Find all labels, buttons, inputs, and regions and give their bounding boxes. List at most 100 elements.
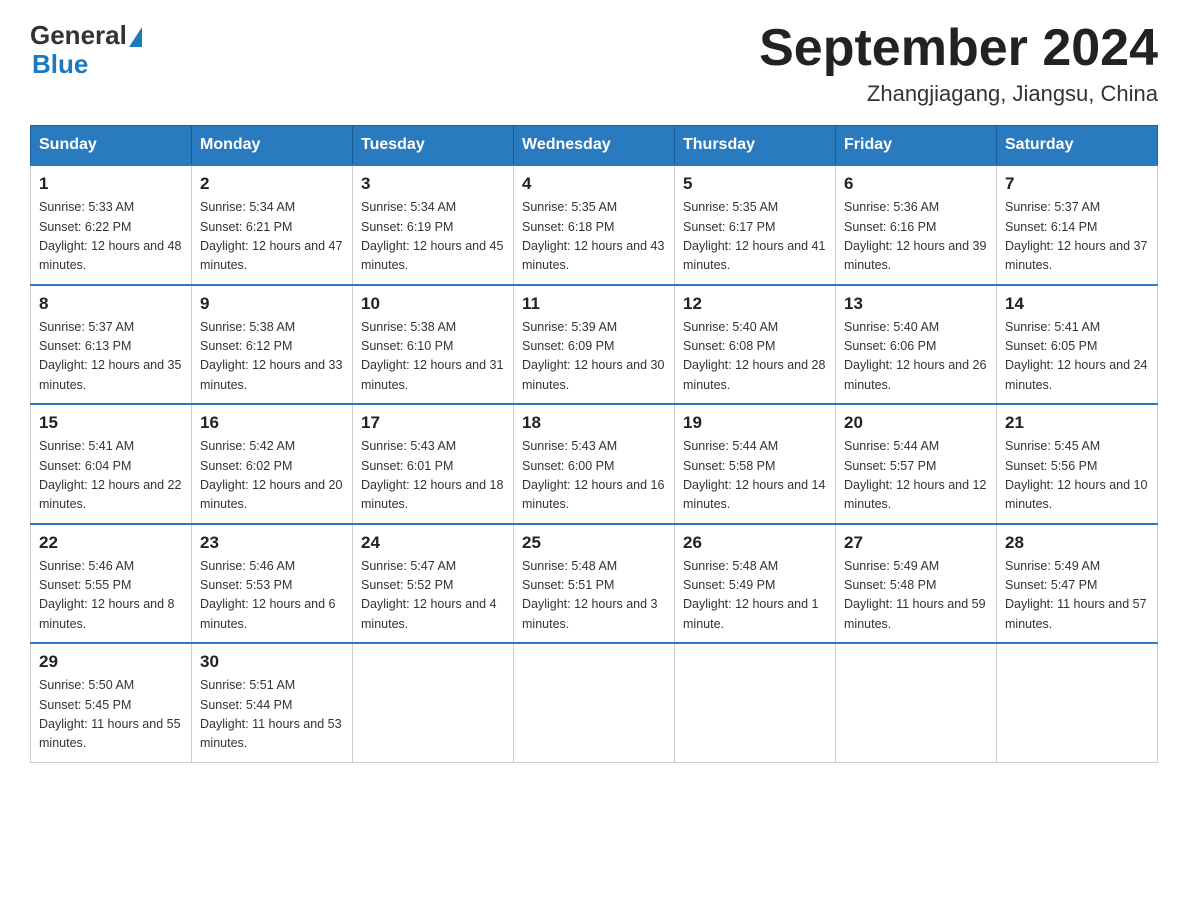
day-info: Sunrise: 5:40 AMSunset: 6:06 PMDaylight:…: [844, 318, 988, 396]
calendar-cell: 27Sunrise: 5:49 AMSunset: 5:48 PMDayligh…: [836, 524, 997, 644]
calendar-cell: 9Sunrise: 5:38 AMSunset: 6:12 PMDaylight…: [192, 285, 353, 405]
day-number: 18: [522, 413, 666, 433]
calendar-week-2: 8 Sunrise: 5:37 AMSunset: 6:13 PMDaylight…: [31, 285, 1158, 405]
day-info: Sunrise: 5:34 AMSunset: 6:19 PMDaylight:…: [361, 198, 505, 276]
calendar-cell: 26 Sunrise: 5:48 AMSunset: 5:49 PMDayligh…: [675, 524, 836, 644]
calendar-cell: 30 Sunrise: 5:51 AMSunset: 5:44 PMDayligh…: [192, 643, 353, 762]
day-info: Sunrise: 5:46 AMSunset: 5:55 PMDaylight:…: [39, 557, 183, 635]
calendar-cell: 20 Sunrise: 5:44 AMSunset: 5:57 PMDayligh…: [836, 404, 997, 524]
calendar-cell: [675, 643, 836, 762]
day-info: Sunrise: 5:48 AMSunset: 5:49 PMDaylight:…: [683, 557, 827, 635]
day-info: Sunrise: 5:41 AMSunset: 6:05 PMDaylight:…: [1005, 318, 1149, 396]
calendar-cell: 4 Sunrise: 5:35 AMSunset: 6:18 PMDaylight…: [514, 165, 675, 285]
day-number: 7: [1005, 174, 1149, 194]
day-number: 6: [844, 174, 988, 194]
calendar-cell: 13 Sunrise: 5:40 AMSunset: 6:06 PMDayligh…: [836, 285, 997, 405]
day-info: Sunrise: 5:50 AMSunset: 5:45 PMDaylight:…: [39, 676, 183, 754]
calendar-cell: 17 Sunrise: 5:43 AMSunset: 6:01 PMDayligh…: [353, 404, 514, 524]
calendar-cell: 29 Sunrise: 5:50 AMSunset: 5:45 PMDayligh…: [31, 643, 192, 762]
day-info: Sunrise: 5:37 AMSunset: 6:13 PMDaylight:…: [39, 318, 183, 396]
calendar-cell: 25 Sunrise: 5:48 AMSunset: 5:51 PMDayligh…: [514, 524, 675, 644]
day-number: 20: [844, 413, 988, 433]
calendar-cell: 5 Sunrise: 5:35 AMSunset: 6:17 PMDaylight…: [675, 165, 836, 285]
weekday-header-thursday: Thursday: [675, 126, 836, 166]
calendar-cell: [514, 643, 675, 762]
calendar-cell: 15Sunrise: 5:41 AMSunset: 6:04 PMDayligh…: [31, 404, 192, 524]
weekday-header-friday: Friday: [836, 126, 997, 166]
day-info: Sunrise: 5:42 AMSunset: 6:02 PMDaylight:…: [200, 437, 344, 515]
day-number: 16: [200, 413, 344, 433]
calendar-cell: 6 Sunrise: 5:36 AMSunset: 6:16 PMDaylight…: [836, 165, 997, 285]
day-info: Sunrise: 5:49 AMSunset: 5:48 PMDaylight:…: [844, 557, 988, 635]
day-info: Sunrise: 5:35 AMSunset: 6:18 PMDaylight:…: [522, 198, 666, 276]
calendar-cell: 10Sunrise: 5:38 AMSunset: 6:10 PMDayligh…: [353, 285, 514, 405]
day-number: 13: [844, 294, 988, 314]
day-info: Sunrise: 5:33 AMSunset: 6:22 PMDaylight:…: [39, 198, 183, 276]
calendar-title: September 2024: [759, 20, 1158, 77]
calendar-cell: [997, 643, 1158, 762]
calendar-cell: 16 Sunrise: 5:42 AMSunset: 6:02 PMDayligh…: [192, 404, 353, 524]
day-number: 3: [361, 174, 505, 194]
calendar-cell: 2Sunrise: 5:34 AMSunset: 6:21 PMDaylight…: [192, 165, 353, 285]
title-block: September 2024 Zhangjiagang, Jiangsu, Ch…: [759, 20, 1158, 107]
weekday-header-sunday: Sunday: [31, 126, 192, 166]
day-info: Sunrise: 5:44 AMSunset: 5:57 PMDaylight:…: [844, 437, 988, 515]
calendar-cell: 28 Sunrise: 5:49 AMSunset: 5:47 PMDayligh…: [997, 524, 1158, 644]
day-info: Sunrise: 5:41 AMSunset: 6:04 PMDaylight:…: [39, 437, 183, 515]
day-number: 28: [1005, 533, 1149, 553]
day-number: 25: [522, 533, 666, 553]
day-info: Sunrise: 5:47 AMSunset: 5:52 PMDaylight:…: [361, 557, 505, 635]
calendar-week-4: 22 Sunrise: 5:46 AMSunset: 5:55 PMDayligh…: [31, 524, 1158, 644]
day-info: Sunrise: 5:38 AMSunset: 6:10 PMDaylight:…: [361, 318, 505, 396]
day-info: Sunrise: 5:39 AMSunset: 6:09 PMDaylight:…: [522, 318, 666, 396]
calendar-cell: 11 Sunrise: 5:39 AMSunset: 6:09 PMDayligh…: [514, 285, 675, 405]
calendar-week-3: 15Sunrise: 5:41 AMSunset: 6:04 PMDayligh…: [31, 404, 1158, 524]
day-number: 8: [39, 294, 183, 314]
calendar-cell: 21 Sunrise: 5:45 AMSunset: 5:56 PMDayligh…: [997, 404, 1158, 524]
logo-blue-text: Blue: [32, 49, 88, 79]
day-info: Sunrise: 5:48 AMSunset: 5:51 PMDaylight:…: [522, 557, 666, 635]
day-number: 1: [39, 174, 183, 194]
day-info: Sunrise: 5:43 AMSunset: 6:00 PMDaylight:…: [522, 437, 666, 515]
day-info: Sunrise: 5:36 AMSunset: 6:16 PMDaylight:…: [844, 198, 988, 276]
day-info: Sunrise: 5:46 AMSunset: 5:53 PMDaylight:…: [200, 557, 344, 635]
calendar-cell: 23 Sunrise: 5:46 AMSunset: 5:53 PMDayligh…: [192, 524, 353, 644]
calendar-cell: 24 Sunrise: 5:47 AMSunset: 5:52 PMDayligh…: [353, 524, 514, 644]
day-number: 11: [522, 294, 666, 314]
day-number: 29: [39, 652, 183, 672]
calendar-cell: 8 Sunrise: 5:37 AMSunset: 6:13 PMDaylight…: [31, 285, 192, 405]
day-info: Sunrise: 5:44 AMSunset: 5:58 PMDaylight:…: [683, 437, 827, 515]
day-info: Sunrise: 5:34 AMSunset: 6:21 PMDaylight:…: [200, 198, 344, 276]
page-header: General Blue September 2024 Zhangjiagang…: [30, 20, 1158, 107]
day-number: 21: [1005, 413, 1149, 433]
day-number: 19: [683, 413, 827, 433]
calendar-cell: 12Sunrise: 5:40 AMSunset: 6:08 PMDayligh…: [675, 285, 836, 405]
calendar-table: SundayMondayTuesdayWednesdayThursdayFrid…: [30, 125, 1158, 763]
weekday-header-tuesday: Tuesday: [353, 126, 514, 166]
day-number: 24: [361, 533, 505, 553]
calendar-cell: 19 Sunrise: 5:44 AMSunset: 5:58 PMDayligh…: [675, 404, 836, 524]
day-info: Sunrise: 5:49 AMSunset: 5:47 PMDaylight:…: [1005, 557, 1149, 635]
day-info: Sunrise: 5:43 AMSunset: 6:01 PMDaylight:…: [361, 437, 505, 515]
calendar-subtitle: Zhangjiagang, Jiangsu, China: [759, 81, 1158, 107]
day-number: 5: [683, 174, 827, 194]
day-number: 17: [361, 413, 505, 433]
day-number: 30: [200, 652, 344, 672]
logo-general-text: General: [30, 20, 127, 51]
day-number: 4: [522, 174, 666, 194]
logo-block: General Blue: [30, 20, 142, 80]
day-number: 23: [200, 533, 344, 553]
calendar-week-1: 1 Sunrise: 5:33 AMSunset: 6:22 PMDaylight…: [31, 165, 1158, 285]
day-info: Sunrise: 5:35 AMSunset: 6:17 PMDaylight:…: [683, 198, 827, 276]
day-info: Sunrise: 5:51 AMSunset: 5:44 PMDaylight:…: [200, 676, 344, 754]
weekday-header-wednesday: Wednesday: [514, 126, 675, 166]
calendar-cell: [836, 643, 997, 762]
day-info: Sunrise: 5:45 AMSunset: 5:56 PMDaylight:…: [1005, 437, 1149, 515]
calendar-cell: 1 Sunrise: 5:33 AMSunset: 6:22 PMDaylight…: [31, 165, 192, 285]
logo: General Blue: [30, 20, 142, 80]
day-number: 26: [683, 533, 827, 553]
day-info: Sunrise: 5:37 AMSunset: 6:14 PMDaylight:…: [1005, 198, 1149, 276]
day-number: 9: [200, 294, 344, 314]
calendar-cell: 3 Sunrise: 5:34 AMSunset: 6:19 PMDaylight…: [353, 165, 514, 285]
day-number: 22: [39, 533, 183, 553]
